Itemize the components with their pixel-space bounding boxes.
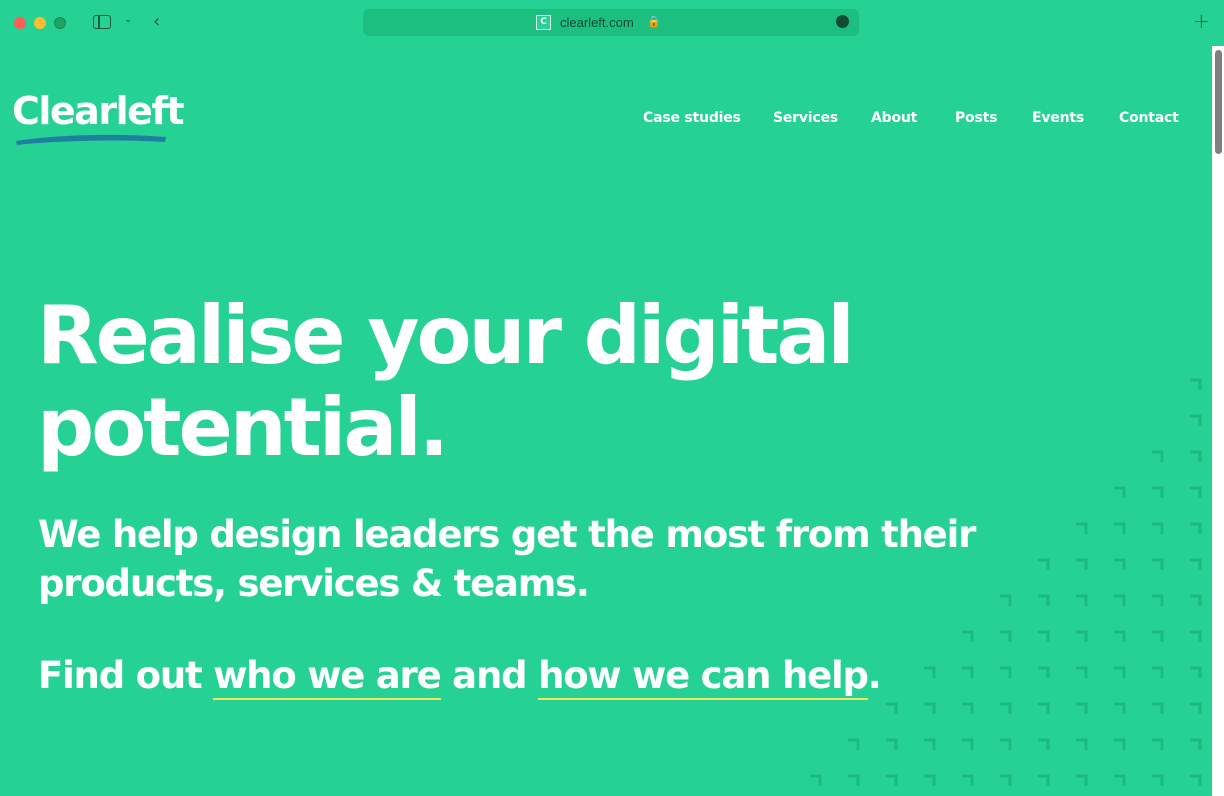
pattern-mark: [1000, 630, 1012, 642]
pattern-mark: [1190, 666, 1202, 678]
pattern-mark: [1190, 558, 1202, 570]
pattern-mark: [962, 738, 974, 750]
pattern-mark: [1076, 630, 1088, 642]
pattern-mark: [1190, 378, 1202, 390]
pattern-mark: [924, 738, 936, 750]
cta-suffix: .: [867, 654, 882, 697]
pattern-mark: [1114, 486, 1126, 498]
url-text[interactable]: clearleft.com: [560, 15, 634, 30]
nav-posts[interactable]: Posts: [955, 110, 997, 126]
hero-subheadline: We help design leaders get the most from…: [38, 513, 976, 605]
pattern-mark: [886, 774, 898, 786]
pattern-mark: [1190, 486, 1202, 498]
pattern-mark: [810, 774, 822, 786]
lock-icon: 🔒: [647, 15, 661, 28]
pattern-mark: [962, 774, 974, 786]
pattern-mark: [1114, 738, 1126, 750]
pattern-mark: [1114, 774, 1126, 786]
pattern-mark: [1190, 414, 1202, 426]
pattern-mark: [1152, 630, 1164, 642]
pattern-mark: [1114, 702, 1126, 714]
pattern-mark: [962, 666, 974, 678]
pattern-mark: [1152, 486, 1164, 498]
minimize-window-button[interactable]: [34, 17, 46, 29]
pattern-mark: [1190, 450, 1202, 462]
nav-events[interactable]: Events: [1032, 110, 1084, 126]
logo-swoosh-icon: [16, 134, 166, 145]
chevron-left-icon[interactable]: ‹: [153, 11, 160, 32]
pattern-mark: [1076, 558, 1088, 570]
pattern-mark: [1076, 522, 1088, 534]
pattern-mark: [1000, 702, 1012, 714]
pattern-mark: [1000, 738, 1012, 750]
pattern-mark: [962, 702, 974, 714]
site-logo[interactable]: Clearleft: [12, 88, 185, 134]
pattern-mark: [1152, 738, 1164, 750]
pattern-mark: [1190, 594, 1202, 606]
pattern-mark: [1152, 450, 1164, 462]
pattern-mark: [848, 774, 860, 786]
scrollbar[interactable]: [1212, 46, 1224, 796]
hero-headline: Realise your digital potential.: [37, 289, 855, 474]
pattern-mark: [1076, 594, 1088, 606]
hero-cta: Find out who we are and how we can help.: [38, 651, 882, 701]
pattern-mark: [1038, 666, 1050, 678]
chevron-down-icon[interactable]: ⌄: [124, 14, 132, 25]
pattern-mark: [1076, 666, 1088, 678]
pattern-mark: [1190, 702, 1202, 714]
pattern-mark: [1114, 558, 1126, 570]
sidebar-icon[interactable]: [93, 15, 111, 29]
scrollbar-thumb[interactable]: [1215, 50, 1222, 154]
pattern-mark: [1038, 774, 1050, 786]
pattern-mark: [1152, 774, 1164, 786]
pattern-mark: [1038, 594, 1050, 606]
pattern-mark: [1114, 666, 1126, 678]
pattern-mark: [1038, 738, 1050, 750]
who-we-are-link[interactable]: who we are: [213, 654, 442, 700]
nav-about[interactable]: About: [871, 110, 917, 126]
pattern-mark: [1000, 594, 1012, 606]
pattern-mark: [1000, 666, 1012, 678]
pattern-mark: [1114, 594, 1126, 606]
pattern-mark: [1038, 558, 1050, 570]
pattern-mark: [1152, 522, 1164, 534]
nav-contact[interactable]: Contact: [1119, 110, 1179, 126]
pattern-mark: [1190, 630, 1202, 642]
pattern-mark: [1190, 774, 1202, 786]
nav-services[interactable]: Services: [773, 110, 838, 126]
pattern-mark: [1114, 630, 1126, 642]
zoom-window-button[interactable]: [54, 17, 66, 29]
pattern-mark: [1190, 738, 1202, 750]
close-window-button[interactable]: [14, 17, 26, 29]
pattern-mark: [1038, 630, 1050, 642]
pattern-mark: [1038, 702, 1050, 714]
pattern-mark: [1076, 738, 1088, 750]
address-bar[interactable]: C clearleft.com 🔒: [363, 9, 859, 36]
pattern-mark: [1000, 774, 1012, 786]
plus-icon[interactable]: +: [1193, 9, 1210, 33]
pattern-mark: [962, 630, 974, 642]
pattern-mark: [886, 738, 898, 750]
how-we-can-help-link[interactable]: how we can help: [538, 654, 869, 700]
pattern-mark: [924, 666, 936, 678]
browser-toolbar: ⌄ ‹ C clearleft.com 🔒 +: [0, 0, 1224, 46]
cta-middle: and: [440, 654, 539, 697]
pattern-mark: [886, 702, 898, 714]
globe-icon[interactable]: [836, 15, 849, 28]
pattern-mark: [1152, 558, 1164, 570]
nav-case-studies[interactable]: Case studies: [643, 110, 741, 126]
pattern-mark: [924, 774, 936, 786]
pattern-mark: [1076, 774, 1088, 786]
site-favicon-icon: C: [536, 15, 551, 30]
pattern-mark: [1076, 702, 1088, 714]
pattern-mark: [924, 702, 936, 714]
pattern-mark: [1152, 702, 1164, 714]
pattern-mark: [1152, 666, 1164, 678]
pattern-mark: [1114, 522, 1126, 534]
pattern-mark: [1190, 522, 1202, 534]
pattern-mark: [848, 738, 860, 750]
cta-prefix: Find out: [38, 654, 214, 697]
pattern-mark: [1152, 594, 1164, 606]
